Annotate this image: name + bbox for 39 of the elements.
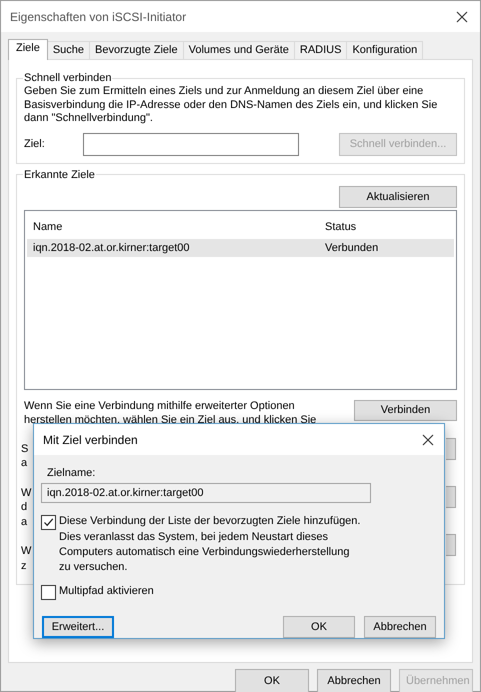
covered-text: S: [21, 442, 28, 456]
connect-hint-text: herstellen möchten, wählen Sie ein Ziel aus, und klicken Sie: [24, 412, 316, 426]
window-title: Eigenschaften von iSCSI-Initiator: [10, 10, 186, 24]
column-header[interactable]: Status: [325, 220, 356, 232]
checkbox-label[interactable]: Diese Verbindung der Liste der bevorzugten Ziele hinzufügen.: [59, 514, 364, 529]
checkbox[interactable]: [41, 585, 56, 600]
target-input[interactable]: [82, 132, 299, 156]
dialog-button[interactable]: Erweitert...: [42, 616, 114, 638]
target-name-field[interactable]: iqn.2018-02.at.or.kirner:target00: [41, 483, 371, 503]
list-row[interactable]: iqn.2018-02.at.or.kirner:target00 Verbunden: [27, 238, 454, 256]
target-status: Verbunden: [325, 242, 378, 254]
dialog-button[interactable]: Abbrechen: [364, 616, 436, 638]
refresh-button[interactable]: Aktualisieren: [339, 186, 457, 208]
connect-hint-text: Wenn Sie eine Verbindung mithilfe erweiterter Optionen: [24, 398, 296, 412]
covered-text: d: [21, 500, 28, 514]
footer-button[interactable]: OK: [235, 669, 309, 692]
covered-text: z: [21, 558, 26, 573]
option-description: Dies veranlasst das System, bei jedem Neustart dieses Computers automatisch eine Verbindungswiederherstellung zu versuchen.: [59, 530, 350, 575]
group-title: Schnell verbinden: [23, 72, 112, 84]
footer-button[interactable]: Abbrechen: [317, 669, 391, 692]
field-label: Zielname:: [47, 467, 96, 479]
target-name: iqn.2018-02.at.or.kirner:target00: [33, 242, 191, 254]
dialog-button[interactable]: OK: [283, 616, 355, 638]
group-title: Erkannte Ziele: [23, 168, 96, 180]
close-icon[interactable]: [422, 434, 434, 446]
connect-button[interactable]: Verbinden: [354, 400, 457, 420]
covered-text: W: [21, 486, 32, 500]
column-header[interactable]: Name: [33, 220, 325, 232]
tab[interactable]: Konfiguration: [346, 41, 424, 59]
field-label: Ziel:: [24, 138, 45, 150]
tab[interactable]: Ziele: [8, 39, 48, 60]
dialog-title: Mit Ziel verbinden: [43, 432, 138, 446]
description-text: Geben Sie zum Ermitteln eines Ziels und zur Anmeldung an diesem Ziel über eine Basisverbindung die IP-Adresse oder den DNS-Namen des Ziels ein, und klicken Sie dann "Schnellverbindung".: [24, 85, 438, 126]
covered-text: a: [21, 514, 28, 529]
checkbox-label[interactable]: Multipfad aktivieren: [59, 584, 154, 599]
covered-text: W: [21, 544, 32, 558]
covered-text: a: [21, 456, 28, 470]
checkbox[interactable]: [41, 515, 56, 530]
close-icon[interactable]: [456, 10, 468, 22]
